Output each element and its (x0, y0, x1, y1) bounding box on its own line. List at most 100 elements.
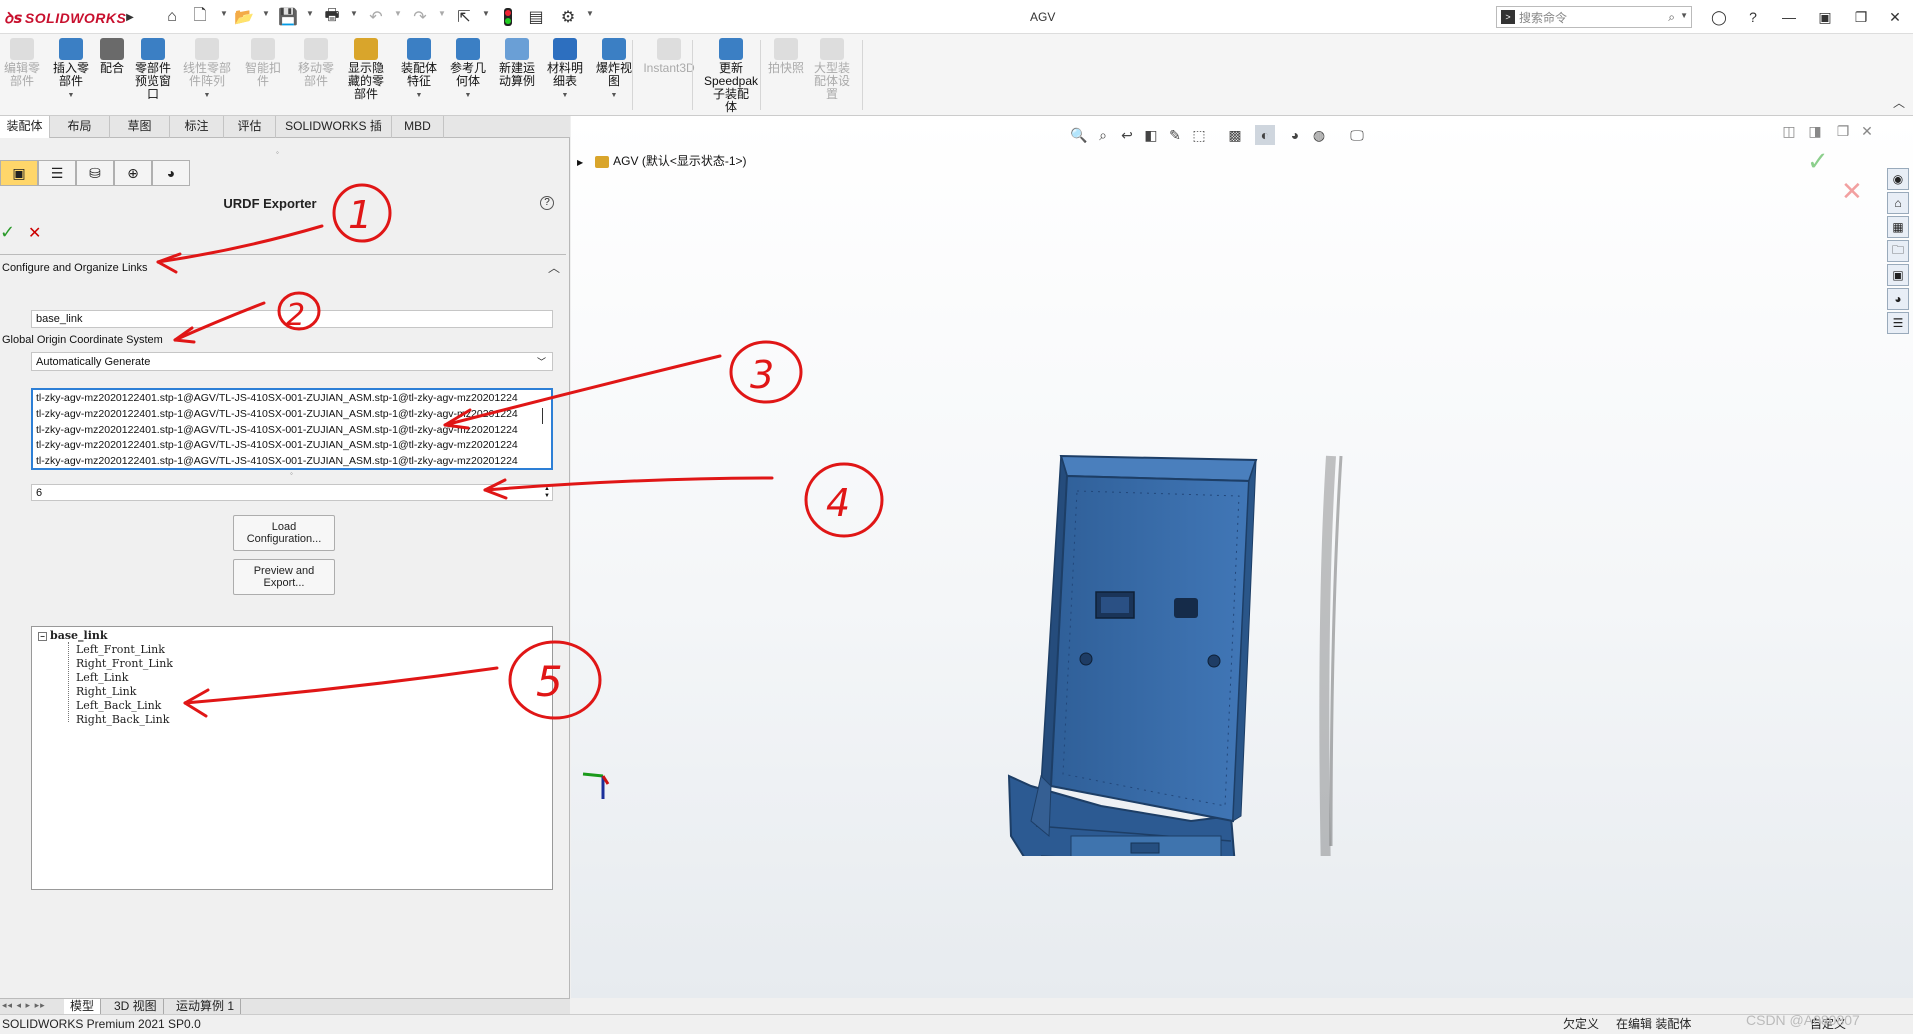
tab-2[interactable]: 草图 (110, 116, 170, 138)
propertymanager-tab-icon[interactable]: ☰ (38, 160, 76, 186)
ribbon-button-12[interactable]: 爆炸视图 ▼ (590, 38, 638, 114)
close-window-button[interactable]: ✕ (1884, 6, 1906, 28)
options-gear-icon[interactable]: ⚙ (558, 7, 578, 27)
redo-dropdown-icon[interactable]: ▼ (438, 9, 446, 18)
ribbon-button-9[interactable]: 参考几 何体 ▼ (444, 38, 492, 114)
bottom-tab-2[interactable]: 运动算例 1 (170, 999, 242, 1015)
list-item[interactable]: tl-zky-agv-mz2020122401.stp-1@AGV/TL-JS-… (36, 423, 548, 439)
file-properties-icon[interactable]: ▤ (526, 7, 546, 27)
list-item[interactable]: tl-zky-agv-mz2020122401.stp-1@AGV/TL-JS-… (36, 454, 548, 468)
select-cursor-icon[interactable]: ⇱ (454, 7, 474, 27)
ribbon-dropdown-icon[interactable]: ▼ (444, 89, 492, 102)
help-icon[interactable]: ? (1742, 6, 1764, 28)
ribbon-button-1[interactable]: 插入零 部件 ▼ (48, 38, 94, 114)
print-dropdown-icon[interactable]: ▼ (350, 9, 358, 18)
preview-and-export-button[interactable]: Preview and Export... (233, 559, 335, 595)
featuremanager-tab-icon[interactable]: ▣ (0, 160, 38, 186)
bottom-tab-0[interactable]: 模型 (64, 999, 102, 1015)
ribbon-button-13[interactable]: Instant3D (640, 38, 698, 114)
home-icon[interactable]: ⌂ (162, 7, 182, 27)
solidworks-logo[interactable]: ꝺꜱ SOLIDWORKS (4, 8, 126, 28)
tree-child-node[interactable]: Right_Front_Link (76, 657, 173, 671)
collapse-chevron-icon[interactable]: ︿ (548, 259, 560, 276)
tab-4[interactable]: 评估 (224, 116, 276, 138)
ribbon-dropdown-icon[interactable]: ▼ (542, 89, 588, 102)
zoom-to-fit-icon[interactable]: 🔍 (1069, 125, 1089, 145)
minimize-button[interactable]: — (1778, 6, 1800, 28)
ribbon-button-3[interactable]: 零部件 预览窗口 (130, 38, 176, 114)
tab-3[interactable]: 标注 (170, 116, 224, 138)
search-icon[interactable]: ⌕ (1668, 10, 1675, 25)
tree-child-node[interactable]: Right_Back_Link (76, 713, 169, 727)
ribbon-button-16[interactable]: 大型装 配体设置 (806, 38, 858, 114)
undo-dropdown-icon[interactable]: ▼ (394, 9, 402, 18)
folder-icon[interactable]: 🗀 (1887, 240, 1909, 262)
tab-6[interactable]: MBD (392, 116, 444, 138)
collapse-ribbon-icon[interactable]: ︿ (1893, 94, 1905, 111)
custom-properties-icon[interactable]: ☰ (1887, 312, 1909, 334)
dimxpert-tab-icon[interactable]: ⊕ (114, 160, 152, 186)
graphics-area[interactable]: 🔍 ⌕ ↩ ◧ ✎ ⬚ ▩ ◐ ◕ ◍ 🖵 ◫ ◨ ❐ ✕ ▶ AGV (默认<显… (571, 116, 1913, 998)
tree-root-node[interactable]: − base_link (38, 629, 108, 643)
ok-checkmark-icon[interactable]: ✓ (0, 222, 15, 243)
select-dropdown-icon[interactable]: ▼ (482, 9, 490, 18)
list-resize-handle[interactable]: ◦ (290, 469, 293, 478)
user-account-icon[interactable]: ◯ (1708, 6, 1730, 28)
view-orientation-icon[interactable]: ⬚ (1189, 125, 1209, 145)
ribbon-button-10[interactable]: 新建运 动算例 (494, 38, 540, 114)
tab-scroll-arrows-icon[interactable]: ◂◂ ◂ ▸ ▸▸ (2, 1000, 46, 1011)
ribbon-button-14[interactable]: 更新 Speedpak 子装配体 (700, 38, 762, 114)
open-dropdown-icon[interactable]: ▼ (262, 9, 270, 18)
expand-menu-icon[interactable]: ▶ (120, 7, 140, 27)
options-dropdown-icon[interactable]: ▼ (586, 9, 594, 18)
featuremanager-flyout-tree[interactable]: ▶ AGV (默认<显示状态-1>) (577, 152, 747, 169)
expand-tree-icon[interactable]: ▶ (577, 158, 583, 167)
list-item[interactable]: tl-zky-agv-mz2020122401.stp-1@AGV/TL-JS-… (36, 438, 548, 454)
chevron-down-icon[interactable]: ﹀ (537, 355, 546, 368)
agv-3d-model[interactable] (1001, 316, 1421, 856)
zoom-to-area-icon[interactable]: ⌕ (1093, 125, 1113, 145)
link-components-list[interactable]: tl-zky-agv-mz2020122401.stp-1@AGV/TL-JS-… (31, 388, 553, 470)
ribbon-button-5[interactable]: 智能扣件 (238, 38, 288, 114)
child-count-stepper[interactable]: 6 ▲ ▼ (31, 484, 553, 501)
list-scrollbar[interactable] (542, 408, 543, 424)
new-dropdown-icon[interactable]: ▼ (220, 9, 228, 18)
design-library-icon[interactable]: ⌂ (1887, 192, 1909, 214)
viewport-split-right-icon[interactable]: ◨ (1805, 121, 1825, 141)
ribbon-button-4[interactable]: 线性零部 件阵列 ▼ (178, 38, 236, 114)
tile-windows-button[interactable]: ▣ (1814, 6, 1836, 28)
tab-1[interactable]: 布局 (50, 116, 110, 138)
solidworks-resources-icon[interactable]: ◉ (1887, 168, 1909, 190)
edit-appearance-icon[interactable]: ◕ (1285, 125, 1305, 145)
file-explorer-icon[interactable]: ▦ (1887, 216, 1909, 238)
undo-icon[interactable]: ↶ (366, 7, 386, 27)
ribbon-dropdown-icon[interactable]: ▼ (48, 89, 94, 102)
ribbon-dropdown-icon[interactable]: ▼ (178, 89, 236, 102)
view-palette-icon[interactable]: ▣ (1887, 264, 1909, 286)
tree-child-node[interactable]: Left_Link (76, 671, 128, 685)
appearances-scenes-icon[interactable]: ◕ (1887, 288, 1909, 310)
ribbon-button-2[interactable]: 配合 (96, 38, 128, 114)
save-icon[interactable]: 💾 (278, 7, 298, 27)
view-settings-icon[interactable]: 🖵 (1347, 125, 1367, 145)
hide-show-items-icon[interactable]: ◐ (1255, 125, 1275, 145)
ribbon-dropdown-icon[interactable]: ▼ (590, 89, 638, 102)
section-title[interactable]: Configure and Organize Links (2, 262, 148, 274)
open-file-icon[interactable]: 📂 (234, 7, 254, 27)
collapse-box-icon[interactable]: − (38, 631, 47, 641)
bottom-tab-1[interactable]: 3D 视图 (108, 999, 164, 1015)
new-document-icon[interactable]: 🗋 (190, 7, 210, 27)
ribbon-button-11[interactable]: 材料明 细表 ▼ (542, 38, 588, 114)
confirm-corner-check-icon[interactable]: ✓ (1807, 146, 1829, 177)
search-commands-input[interactable]: > 搜索命令 ⌕ ▼ (1496, 6, 1692, 28)
load-configuration-button[interactable]: Load Configuration... (233, 515, 335, 551)
cancel-x-icon[interactable]: ✕ (28, 223, 41, 243)
list-item[interactable]: tl-zky-agv-mz2020122401.stp-1@AGV/TL-JS-… (36, 391, 548, 407)
ribbon-button-6[interactable]: 移动零 部件 (292, 38, 340, 114)
tab-5[interactable]: SOLIDWORKS 插件 (276, 116, 392, 154)
tab-0[interactable]: 装配体 (0, 116, 50, 138)
list-item[interactable]: tl-zky-agv-mz2020122401.stp-1@AGV/TL-JS-… (36, 407, 548, 423)
save-dropdown-icon[interactable]: ▼ (306, 9, 314, 18)
viewport-split-left-icon[interactable]: ◫ (1779, 121, 1799, 141)
rebuild-traffic-light-icon[interactable] (498, 7, 518, 27)
